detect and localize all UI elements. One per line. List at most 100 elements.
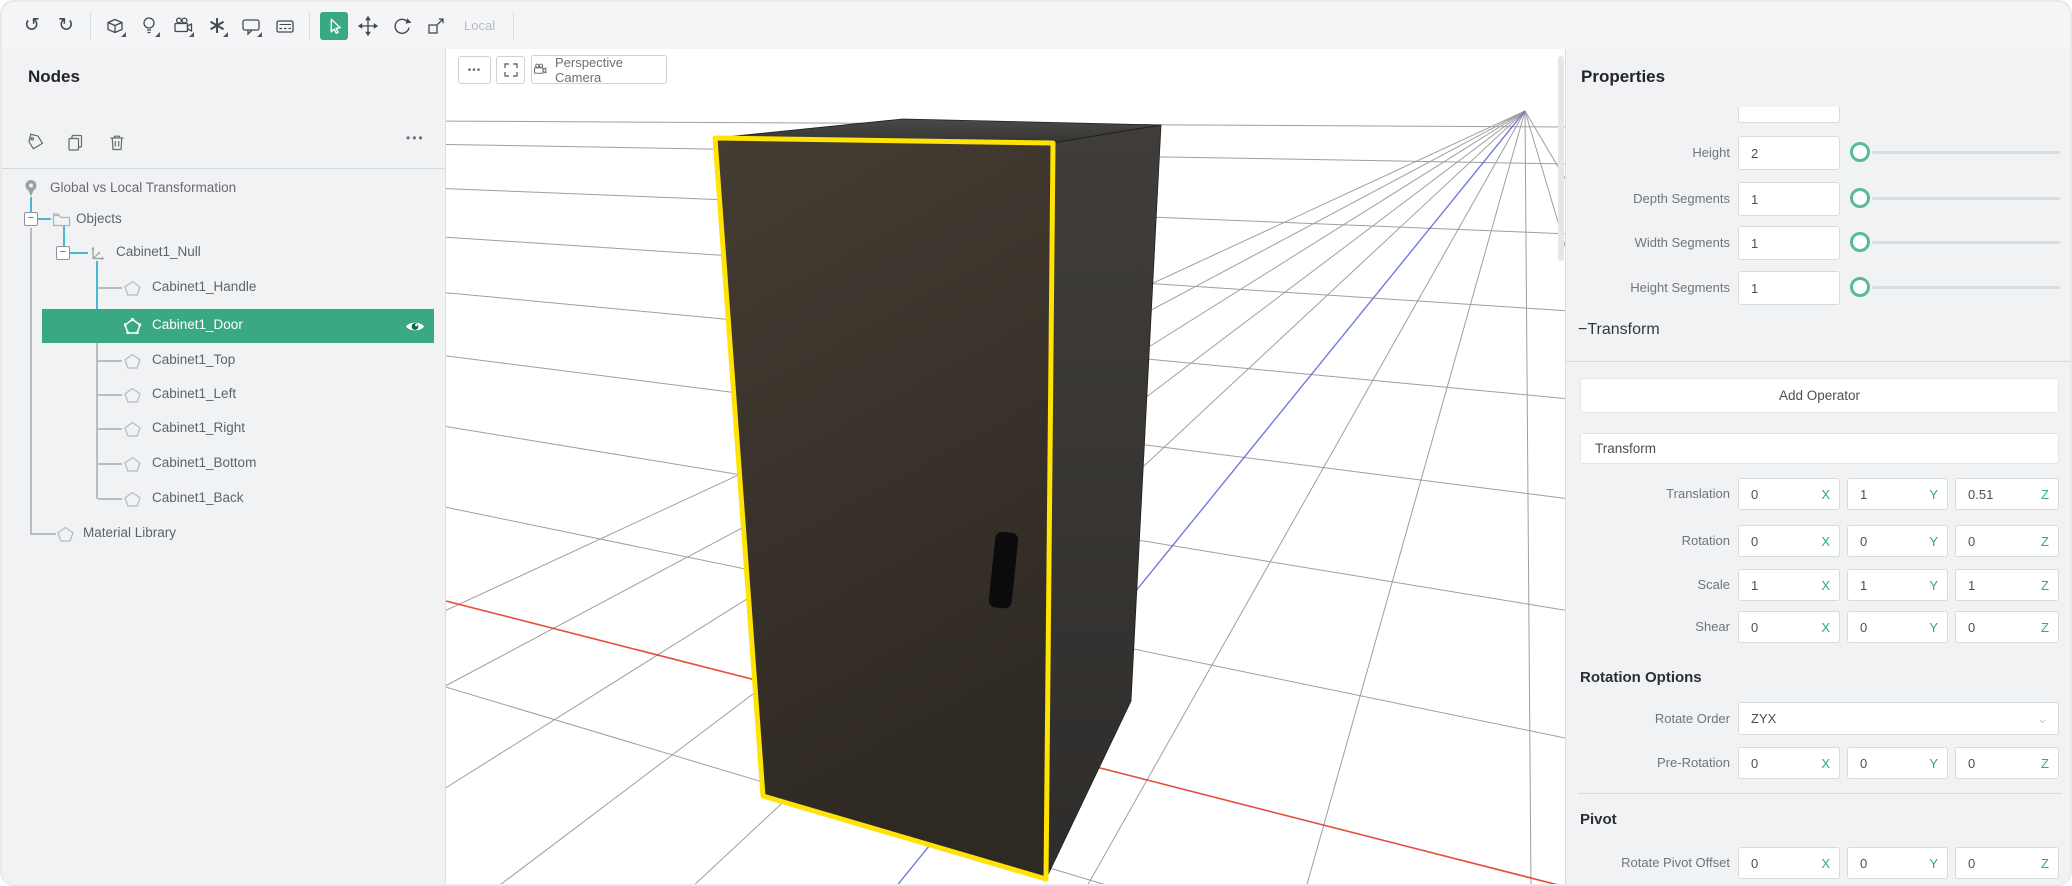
tree-item-cabinet1-handle[interactable]: Cabinet1_Handle (152, 279, 256, 294)
tree-item-cabinet1-bottom[interactable]: Cabinet1_Bottom (152, 455, 256, 470)
width-segments-input[interactable] (1738, 226, 1840, 260)
scale-x-input[interactable]: 1X (1738, 569, 1840, 601)
scale-label: Scale (1697, 577, 1730, 592)
mesh-pentagon-icon (124, 280, 141, 296)
mesh-pentagon-icon (124, 421, 141, 437)
camera-selector-button[interactable]: Perspective Camera (531, 55, 667, 85)
add-camera-button[interactable] (169, 12, 197, 40)
pre-rotation-z-input[interactable]: 0Z (1955, 747, 2059, 779)
shear-x-input[interactable]: 0X (1738, 611, 1840, 643)
rotate-tool-button[interactable] (388, 12, 416, 40)
slider-knob[interactable] (1850, 277, 1870, 297)
height-input[interactable] (1738, 136, 1840, 170)
delete-button[interactable] (106, 131, 128, 153)
rotation-z-input[interactable]: 0Z (1955, 525, 2059, 557)
transform-section-header[interactable]: −Transform (1578, 321, 1660, 339)
mesh-pentagon-icon (124, 387, 141, 403)
move-tool-button[interactable] (354, 12, 382, 40)
shear-z-input[interactable]: 0Z (1955, 611, 2059, 643)
pre-rotation-y-input[interactable]: 0Y (1847, 747, 1948, 779)
tree-item-cabinet1-left[interactable]: Cabinet1_Left (152, 386, 236, 401)
nodes-divider (2, 168, 445, 169)
rotate-pivot-offset-x-input[interactable]: 0X (1738, 847, 1840, 879)
tree-item-cabinet1-back[interactable]: Cabinet1_Back (152, 490, 244, 505)
rotate-pivot-offset-z-input[interactable]: 0Z (1955, 847, 2059, 879)
height-slider[interactable] (1850, 142, 2062, 164)
depth-segments-input[interactable] (1738, 182, 1840, 216)
viewport-scrollbar[interactable] (1558, 56, 1564, 261)
viewport-3d[interactable]: ••• Perspective Camera (446, 49, 1570, 884)
scale-tool-button[interactable] (422, 12, 450, 40)
viewport-canvas[interactable] (446, 49, 1570, 884)
objects-collapse-toggle[interactable]: − (24, 212, 38, 226)
tree-item-cabinet1-right[interactable]: Cabinet1_Right (152, 420, 245, 435)
redo-button[interactable]: ↻ (52, 12, 80, 40)
add-helper-button[interactable]: ∗ (203, 12, 231, 40)
rotate-pivot-offset-y-input[interactable]: 0Y (1847, 847, 1948, 879)
tree-item-material-library[interactable]: Material Library (83, 525, 176, 540)
tree-connector (96, 324, 98, 499)
rotation-x-input[interactable]: 0X (1738, 525, 1840, 557)
axis-y-label: Y (1929, 533, 1938, 549)
viewport-fullscreen-button[interactable] (496, 56, 525, 84)
slider-knob[interactable] (1850, 188, 1870, 208)
scale-z-input[interactable]: 1Z (1955, 569, 2059, 601)
tree-connector (30, 197, 32, 213)
tree-item-objects[interactable]: Objects (76, 211, 122, 226)
clipped-input-above[interactable] (1738, 107, 1840, 123)
translation-z-input[interactable]: 0.51 Z (1955, 478, 2059, 510)
rotate-pivot-offset-label: Rotate Pivot Offset (1621, 855, 1730, 870)
translation-x-input[interactable]: 0X (1738, 478, 1840, 510)
shear-label: Shear (1695, 619, 1730, 634)
add-light-button[interactable] (135, 12, 163, 40)
nodes-more-button[interactable]: ••• (406, 131, 425, 145)
rotation-label: Rotation (1681, 533, 1730, 548)
rotate-order-label: Rotate Order (1654, 711, 1730, 726)
collapse-minus-icon[interactable]: − (1578, 321, 1587, 338)
axis-y-label: Y (1929, 577, 1938, 593)
properties-panel: Properties Height Depth Segments Width S… (1565, 49, 2070, 884)
camera-small-icon (534, 63, 547, 74)
toolbar-separator (309, 11, 310, 40)
visibility-eye-icon[interactable] (404, 318, 426, 335)
shear-y-input[interactable]: 0Y (1847, 611, 1948, 643)
tree-item-cabinet1-door-selected[interactable]: Cabinet1_Door (42, 309, 434, 343)
depth-segments-slider[interactable] (1850, 188, 2062, 210)
slider-knob[interactable] (1850, 142, 1870, 162)
add-operator-button[interactable]: Add Operator (1580, 378, 2059, 413)
ellipsis-icon: ••• (467, 64, 482, 76)
slider-knob[interactable] (1850, 232, 1870, 252)
cabinet-door-face-selected[interactable] (712, 135, 1056, 882)
undo-button[interactable]: ↺ (18, 12, 46, 40)
pre-rotation-x-input[interactable]: 0X (1738, 747, 1840, 779)
tree-connector (70, 252, 88, 254)
annotation-button[interactable] (237, 12, 265, 40)
coordinate-space-label[interactable]: Local (464, 18, 495, 33)
tree-item-scene-root[interactable]: Global vs Local Transformation (50, 180, 236, 195)
properties-panel-title: Properties (1581, 67, 1666, 86)
keyboard-panel-button[interactable] (271, 12, 299, 40)
scale-y-input[interactable]: 1Y (1847, 569, 1948, 601)
height-segments-slider[interactable] (1850, 277, 2062, 299)
tree-item-cabinet1-null[interactable]: Cabinet1_Null (116, 244, 201, 259)
axis-y-label: Y (1929, 755, 1938, 771)
scene-pin-icon (25, 180, 37, 197)
transform-divider (1566, 361, 2070, 362)
tag-button[interactable] (24, 131, 46, 153)
cabinet-object[interactable] (712, 118, 1162, 882)
trash-icon (110, 135, 124, 150)
cabinet-side-face[interactable] (1045, 124, 1162, 880)
cabinet-null-collapse-toggle[interactable]: − (56, 246, 70, 260)
tree-item-cabinet1-top[interactable]: Cabinet1_Top (152, 352, 235, 367)
translation-y-input[interactable]: 1Y (1847, 478, 1948, 510)
duplicate-button[interactable] (64, 131, 86, 153)
width-segments-slider[interactable] (1850, 232, 2062, 254)
rotation-y-input[interactable]: 0Y (1847, 525, 1948, 557)
transform-operator-item[interactable]: Transform (1580, 433, 2059, 464)
add-mesh-button[interactable] (101, 12, 129, 40)
height-segments-input[interactable] (1738, 271, 1840, 305)
select-tool-button[interactable] (320, 11, 348, 40)
viewport-more-button[interactable]: ••• (458, 56, 491, 84)
folder-icon (52, 213, 71, 227)
rotate-order-select[interactable]: ZYX ⌄ (1738, 702, 2059, 735)
